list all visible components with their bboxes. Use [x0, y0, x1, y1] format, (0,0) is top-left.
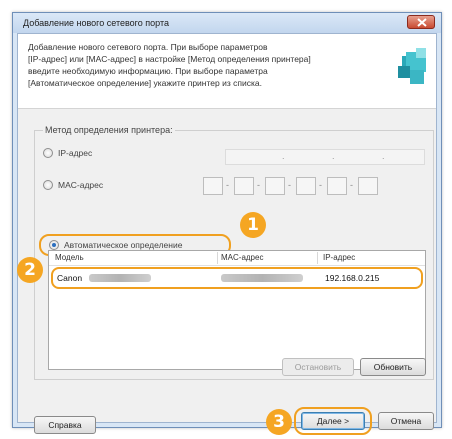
printer-ip: 192.168.0.215 — [325, 273, 380, 283]
stop-button[interactable]: Остановить — [282, 358, 354, 376]
cancel-button[interactable]: Отмена — [378, 412, 434, 430]
next-button[interactable]: Далее > — [301, 412, 365, 430]
close-button[interactable] — [407, 15, 435, 29]
mac-octet-4[interactable] — [296, 177, 316, 195]
mac-address-radio[interactable] — [43, 180, 53, 190]
ip-address-input[interactable]: . . . — [225, 149, 425, 165]
mac-octet-6[interactable] — [358, 177, 378, 195]
network-printer-icon — [398, 48, 426, 84]
auto-detect-radio[interactable] — [49, 240, 59, 250]
add-network-port-dialog: Добавление нового сетевого порта Добавле… — [12, 12, 442, 435]
refresh-button[interactable]: Обновить — [360, 358, 426, 376]
ip-address-radio[interactable] — [43, 148, 53, 158]
title-bar[interactable]: Добавление нового сетевого порта — [13, 13, 441, 33]
column-model[interactable]: Модель — [55, 253, 84, 262]
callout-2: 2 — [17, 257, 43, 283]
callout-3: 3 — [266, 409, 292, 435]
redacted-model — [89, 274, 151, 282]
mac-address-label: MAC-адрес — [58, 180, 104, 190]
mac-octet-5[interactable] — [327, 177, 347, 195]
printer-model: Canon — [57, 273, 83, 283]
auto-detect-label: Автоматическое определение — [64, 240, 183, 250]
header-description: Добавление нового сетевого порта. При вы… — [28, 42, 311, 88]
printer-list-header: Модель MAC-адрес IP-адрес — [49, 251, 425, 266]
mac-octet-3[interactable] — [265, 177, 285, 195]
mac-address-option[interactable]: MAC-адрес — [43, 177, 103, 193]
dialog-body: Добавление нового сетевого порта. При вы… — [17, 33, 437, 435]
column-ip[interactable]: IP-адрес — [323, 253, 355, 262]
printer-list[interactable]: Модель MAC-адрес IP-адрес Canon 192.168.… — [48, 250, 426, 370]
column-mac[interactable]: MAC-адрес — [221, 253, 263, 262]
close-icon — [417, 18, 427, 27]
header-panel: Добавление нового сетевого порта. При вы… — [18, 34, 436, 109]
ip-address-option[interactable]: IP-адрес — [43, 145, 92, 161]
redacted-mac-address — [221, 274, 303, 282]
window-title: Добавление нового сетевого порта — [23, 18, 169, 28]
mac-octet-2[interactable] — [234, 177, 254, 195]
detection-method-label: Метод определения принтера: — [43, 125, 175, 135]
help-button[interactable]: Справка — [34, 416, 96, 434]
ip-address-label: IP-адрес — [58, 148, 93, 158]
callout-1: 1 — [240, 212, 266, 238]
mac-octet-1[interactable] — [203, 177, 223, 195]
